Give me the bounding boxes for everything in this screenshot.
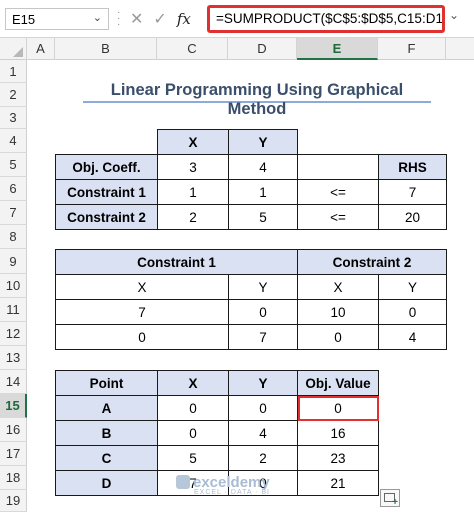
col-header-a[interactable]: A xyxy=(27,38,55,60)
col-header-d[interactable]: D xyxy=(228,38,297,60)
point-x[interactable]: 0 xyxy=(157,395,229,421)
empty-cell[interactable] xyxy=(56,130,158,155)
cell-c1-rhs[interactable]: 7 xyxy=(378,179,447,205)
column-headers: A B C D E F xyxy=(0,38,474,60)
constraint-1-title[interactable]: Constraint 1 xyxy=(55,249,298,275)
c1-header-y[interactable]: Y xyxy=(228,274,298,300)
row-label-constraint-1[interactable]: Constraint 1 xyxy=(55,179,158,205)
point-x[interactable]: 5 xyxy=(157,445,229,471)
row-header-11[interactable]: 11 xyxy=(0,298,27,322)
row-header-3[interactable]: 3 xyxy=(0,107,27,129)
constraint-1-table: Constraint 1 X Y 7 0 0 7 xyxy=(55,249,298,350)
check-icon[interactable]: ✓ xyxy=(153,9,166,29)
expand-formula-icon[interactable]: ⌄ xyxy=(449,8,459,22)
empty-cell[interactable] xyxy=(298,130,379,155)
row-label-obj-coeff[interactable]: Obj. Coeff. xyxy=(55,154,158,180)
c2-cell[interactable]: 10 xyxy=(297,299,379,325)
row-header-14[interactable]: 14 xyxy=(0,370,27,394)
row-header-16[interactable]: 16 xyxy=(0,418,27,442)
col-header-e[interactable]: E xyxy=(297,38,378,60)
c2-cell[interactable]: 0 xyxy=(297,324,379,350)
empty-cell[interactable] xyxy=(379,130,447,155)
row-header-15[interactable]: 15 xyxy=(0,394,27,418)
main-table: X Y Obj. Coeff. 3 4 RHS Constraint 1 1 1… xyxy=(55,129,447,230)
drag-handle-icon[interactable]: · · · xyxy=(117,8,123,30)
row-header-17[interactable]: 17 xyxy=(0,442,27,466)
c1-cell[interactable]: 0 xyxy=(55,324,229,350)
row-header-19[interactable]: 19 xyxy=(0,490,27,512)
row-header-5[interactable]: 5 xyxy=(0,153,27,177)
row-header-9[interactable]: 9 xyxy=(0,249,27,274)
c2-header-x[interactable]: X xyxy=(297,274,379,300)
formula-input[interactable]: =SUMPRODUCT($C$5:$D$5,C15:D15) xyxy=(207,5,445,33)
point-x[interactable]: 0 xyxy=(157,420,229,446)
fx-icon[interactable]: fx xyxy=(177,10,191,28)
point-label[interactable]: A xyxy=(55,395,158,421)
cell-c1-x[interactable]: 1 xyxy=(157,179,229,205)
point-y[interactable]: 0 xyxy=(228,395,298,421)
header-point[interactable]: Point xyxy=(55,370,158,396)
c2-header-y[interactable]: Y xyxy=(378,274,447,300)
quick-analysis-icon[interactable] xyxy=(380,489,400,508)
watermark: exceldemy EXCEL · DATA · BI xyxy=(176,474,300,500)
row-header-18[interactable]: 18 xyxy=(0,466,27,490)
point-obj-value[interactable]: 21 xyxy=(297,470,379,496)
point-y[interactable]: 4 xyxy=(228,420,298,446)
row-header-10[interactable]: 10 xyxy=(0,274,27,298)
cell-c2-y[interactable]: 5 xyxy=(228,204,298,230)
sheet-title[interactable]: Linear Programming Using Graphical Metho… xyxy=(83,81,431,118)
c1-cell[interactable]: 7 xyxy=(55,299,229,325)
c1-cell[interactable]: 7 xyxy=(228,324,298,350)
formula-bar: E15 ⌄ · · · ✕ ✓ fx =SUMPRODUCT($C$5:$D$5,C… xyxy=(0,0,474,38)
header-rhs[interactable]: RHS xyxy=(378,154,447,180)
point-obj-value[interactable]: 23 xyxy=(297,445,379,471)
header-y[interactable]: Y xyxy=(228,129,298,155)
point-label[interactable]: D xyxy=(55,470,158,496)
row-header-4[interactable]: 4 xyxy=(0,129,27,153)
constraint-2-title[interactable]: Constraint 2 xyxy=(297,249,447,275)
row-header-12[interactable]: 12 xyxy=(0,322,27,346)
point-label[interactable]: B xyxy=(55,420,158,446)
selected-cell-e15[interactable]: 0 xyxy=(297,395,379,421)
cell-obj-y[interactable]: 4 xyxy=(228,154,298,180)
point-label[interactable]: C xyxy=(55,445,158,471)
c2-cell[interactable]: 4 xyxy=(378,324,447,350)
point-obj-value[interactable]: 16 xyxy=(297,420,379,446)
row-header-13[interactable]: 13 xyxy=(0,346,27,370)
cancel-icon[interactable]: ✕ xyxy=(130,9,143,29)
cell-obj-op[interactable] xyxy=(297,154,379,180)
cell-c2-x[interactable]: 2 xyxy=(157,204,229,230)
header-obj-value[interactable]: Obj. Value xyxy=(297,370,379,396)
exceldemy-logo-icon xyxy=(176,475,190,489)
cell-c2-op[interactable]: <= xyxy=(297,204,379,230)
header-x[interactable]: X xyxy=(157,370,229,396)
header-y[interactable]: Y xyxy=(228,370,298,396)
name-box[interactable]: E15 ⌄ xyxy=(5,8,109,30)
cell-c1-op[interactable]: <= xyxy=(297,179,379,205)
constraint-2-table: Constraint 2 X Y 10 0 0 4 xyxy=(297,249,447,350)
chevron-down-icon[interactable]: ⌄ xyxy=(93,11,102,24)
row-header-1[interactable]: 1 xyxy=(0,60,27,83)
c2-cell[interactable]: 0 xyxy=(378,299,447,325)
col-header-b[interactable]: B xyxy=(55,38,157,60)
row-header-8[interactable]: 8 xyxy=(0,225,27,249)
cell-obj-x[interactable]: 3 xyxy=(157,154,229,180)
name-box-value: E15 xyxy=(12,12,36,27)
c1-cell[interactable]: 0 xyxy=(228,299,298,325)
row-header-2[interactable]: 2 xyxy=(0,83,27,107)
col-header-f[interactable]: F xyxy=(378,38,446,60)
col-header-c[interactable]: C xyxy=(157,38,228,60)
point-y[interactable]: 2 xyxy=(228,445,298,471)
row-header-7[interactable]: 7 xyxy=(0,201,27,225)
cell-c1-y[interactable]: 1 xyxy=(228,179,298,205)
watermark-tagline: EXCEL · DATA · BI xyxy=(194,489,270,496)
header-x[interactable]: X xyxy=(157,129,229,155)
select-all-corner[interactable] xyxy=(0,38,27,60)
c1-header-x[interactable]: X xyxy=(55,274,229,300)
row-label-constraint-2[interactable]: Constraint 2 xyxy=(55,204,158,230)
row-header-6[interactable]: 6 xyxy=(0,177,27,201)
cell-c2-rhs[interactable]: 20 xyxy=(378,204,447,230)
